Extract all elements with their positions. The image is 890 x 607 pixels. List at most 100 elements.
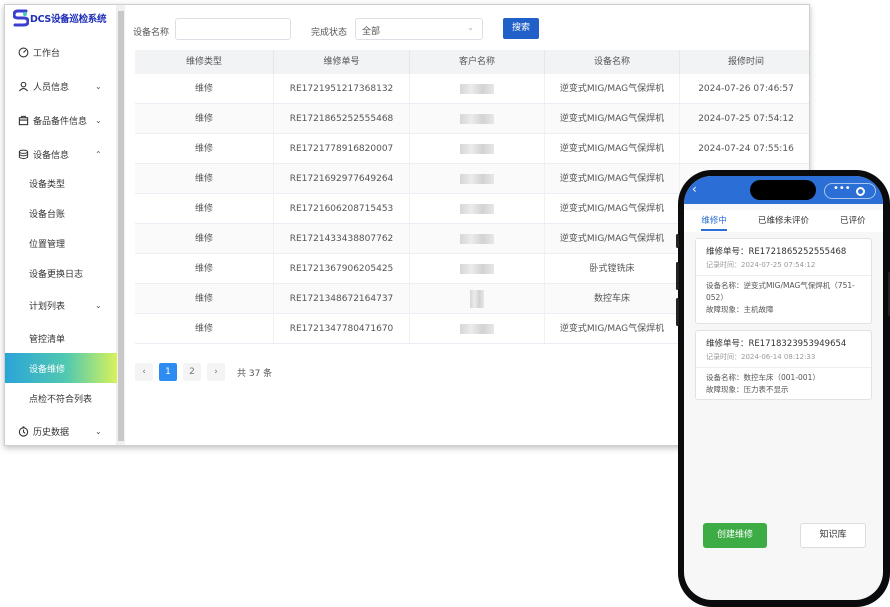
sidebar-item-label: 管控清单 [29, 334, 66, 345]
customer-name-cell [410, 134, 545, 163]
redacted-customer-name [460, 113, 494, 124]
phone-side-button [676, 234, 679, 248]
sidebar-item-personnel[interactable]: 人员信息 ⌄ [5, 71, 117, 101]
phone-tabs: 维修中 已维修未评价 已评价 [684, 210, 883, 232]
more-icon[interactable]: ••• [833, 183, 851, 194]
table-row[interactable]: 维修 RE1721865252555468 逆变式MIG/MAG气保焊机 2024-0… [135, 104, 809, 134]
sidebar-item-label: 设备维修 [29, 364, 66, 375]
device-name-cell: 逆变式MIG/MAG气保焊机 [545, 134, 680, 163]
table-row[interactable]: 维修 RE1721778916820007 逆变式MIG/MAG气保焊机 2024-0… [135, 134, 809, 164]
status-select[interactable]: 全部 ⌄ [355, 18, 483, 40]
repair-card-device: 设备名称：逆变式MIG/MAG气保焊机（751-052） [706, 281, 855, 302]
column-header[interactable]: 报修时间 [680, 50, 809, 74]
sidebar-item-history[interactable]: 历史数据 ⌄ [5, 416, 117, 445]
chevron-up-icon: ⌃ [95, 149, 102, 159]
dynamic-island [750, 180, 816, 200]
phone-volume-down [676, 298, 679, 326]
package-icon [18, 115, 29, 125]
sidebar-item-device-info[interactable]: 设备信息 ⌃ [5, 139, 117, 169]
sidebar-item-device-ledger[interactable]: 设备台账 [5, 198, 117, 228]
total-count: 共 37 条 [237, 368, 273, 379]
miniapp-capsule[interactable]: ••• [824, 183, 876, 199]
tab-rated[interactable]: 已评价 [823, 210, 883, 232]
column-header[interactable]: 维修类型 [135, 50, 274, 74]
sidebar-item-dashboard[interactable]: 工作台 [5, 37, 117, 67]
repair-type-cell: 维修 [135, 164, 274, 193]
repair-number-cell: RE1721778916820007 [274, 134, 410, 163]
redacted-customer-name [460, 83, 494, 94]
next-page-button[interactable]: › [207, 363, 225, 381]
sidebar-item-spare-parts[interactable]: 备品备件信息 ⌄ [5, 105, 117, 135]
dashboard-icon [18, 47, 29, 57]
customer-name-cell [410, 74, 545, 103]
repair-card-device: 设备名称：数控车床（001-001） [706, 373, 820, 382]
customer-name-cell [410, 224, 545, 253]
database-icon [18, 149, 29, 159]
chevron-down-icon: ⌄ [95, 300, 102, 310]
customer-name-cell [410, 284, 545, 313]
sidebar-item-label: 备品备件信息 [33, 116, 88, 127]
sidebar-item-label: 工作台 [33, 48, 61, 59]
device-name-input[interactable] [175, 18, 291, 40]
device-name-label: 设备名称 [133, 28, 170, 38]
sidebar-item-plan-list[interactable]: 计划列表 ⌄ [5, 290, 117, 320]
redacted-customer-name [460, 263, 494, 274]
prev-page-button[interactable]: ‹ [135, 363, 153, 381]
history-icon [18, 425, 29, 437]
tab-in-repair[interactable]: 维修中 [684, 210, 744, 232]
sidebar-item-nonconformity[interactable]: 点检不符合列表 [5, 383, 117, 413]
chevron-down-icon: ⌄ [467, 23, 474, 32]
chevron-down-icon: ⌄ [95, 115, 102, 125]
repair-number-cell: RE1721347780471670 [274, 314, 410, 343]
chevron-down-icon: ⌄ [95, 81, 102, 91]
sidebar-item-label: 历史数据 [33, 427, 70, 438]
report-time-cell: 2024-07-24 07:55:16 [680, 134, 809, 163]
repair-number-cell: RE1721692977649264 [274, 164, 410, 193]
column-header[interactable]: 设备名称 [545, 50, 680, 74]
repair-card[interactable]: 维修单号：RE1718323953949654 记录时间：2024-06-14 … [695, 330, 872, 400]
sidebar-item-replace-log[interactable]: 设备更换日志 [5, 258, 117, 288]
page-1-button[interactable]: 1 [159, 363, 177, 381]
knowledge-base-button[interactable]: 知识库 [800, 523, 866, 548]
sidebar-item-control-list[interactable]: 管控清单 [5, 323, 117, 353]
search-button[interactable]: 搜索 [503, 18, 539, 39]
repair-card-fault: 故障现象：主机故障 [706, 305, 774, 314]
sidebar-item-device-type[interactable]: 设备类型 [5, 168, 117, 198]
repair-number-cell: RE1721367906205425 [274, 254, 410, 283]
logo: DCS设备巡检系统 [12, 8, 107, 28]
device-name-cell: 逆变式MIG/MAG气保焊机 [545, 74, 680, 103]
report-time-cell: 2024-07-26 07:46:57 [680, 74, 809, 103]
device-name-cell: 数控车床 [545, 284, 680, 313]
back-icon[interactable]: ‹ [692, 182, 697, 196]
table-row[interactable]: 维修 RE1721951217368132 逆变式MIG/MAG气保焊机 2024-0… [135, 74, 809, 104]
device-name-cell: 逆变式MIG/MAG气保焊机 [545, 164, 680, 193]
redacted-customer-name [460, 203, 494, 214]
customer-name-cell [410, 194, 545, 223]
create-repair-button[interactable]: 创建维修 [703, 523, 767, 548]
scrollbar-thumb[interactable] [118, 11, 124, 441]
logo-text: DCS设备巡检系统 [30, 14, 107, 25]
sidebar-scrollbar[interactable] [117, 5, 125, 445]
page-2-button[interactable]: 2 [183, 363, 201, 381]
sidebar-item-label: 设备台账 [29, 209, 66, 220]
repair-card-fault: 故障现象：压力表不显示 [706, 385, 789, 394]
repair-card-time: 记录时间：2024-06-14 08:12:33 [706, 353, 816, 361]
repair-number-cell: RE1721606208715453 [274, 194, 410, 223]
sidebar-item-location[interactable]: 位置管理 [5, 228, 117, 258]
column-header[interactable]: 维修单号 [274, 50, 410, 74]
tab-repaired-unrated[interactable]: 已维修未评价 [744, 210, 822, 232]
phone-screen: ‹ ••• 维修中 已维修未评价 已评价 维修单号：RE172186525255… [684, 176, 883, 600]
sidebar-item-device-repair[interactable]: 设备维修 [5, 353, 117, 383]
customer-name-cell [410, 164, 545, 193]
repair-type-cell: 维修 [135, 314, 274, 343]
redacted-customer-name [460, 233, 494, 244]
repair-type-cell: 维修 [135, 224, 274, 253]
close-circle-icon[interactable] [856, 187, 865, 196]
column-header[interactable]: 客户名称 [410, 50, 545, 74]
sidebar-item-label: 设备信息 [33, 150, 70, 161]
report-time-cell: 2024-07-25 07:54:12 [680, 104, 809, 133]
repair-card[interactable]: 维修单号：RE1721865252555468 记录时间：2024-07-25 … [695, 238, 872, 324]
repair-number-cell: RE1721865252555468 [274, 104, 410, 133]
repair-type-cell: 维修 [135, 284, 274, 313]
chevron-down-icon: ⌄ [95, 426, 102, 436]
